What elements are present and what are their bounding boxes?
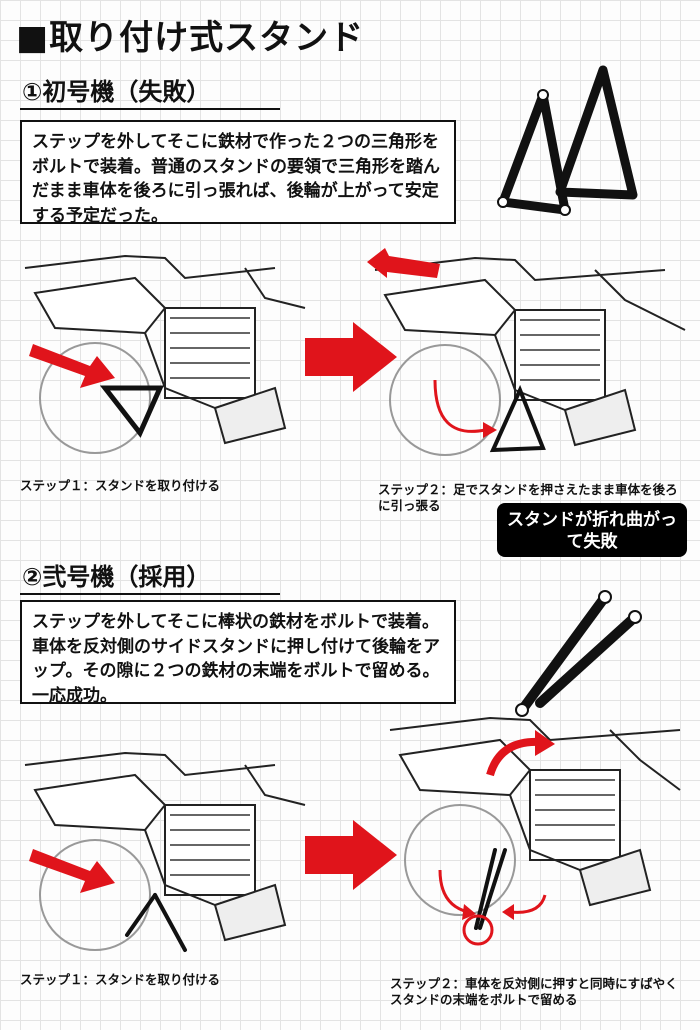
section1-step1-caption: ステップ１：スタンドを取り付ける xyxy=(20,478,221,493)
section1-heading-underline xyxy=(20,108,280,110)
motorcycle-step2-drawing xyxy=(367,248,686,456)
motorcycle-step1-drawing xyxy=(24,254,306,454)
rod-stand-mounted-right xyxy=(153,893,187,952)
section2-description: ステップを外してそこに棒状の鉄材をボルトで装着。車体を反対側のサイドスタンドに押… xyxy=(32,612,440,706)
section1-heading: ①初号機（失敗） xyxy=(22,78,211,106)
red-curved-arrow xyxy=(433,379,486,433)
section2-description-box: ステップを外してそこに棒状の鉄材をボルトで装着。車体を反対側のサイドスタンドに押… xyxy=(20,600,456,706)
section2-step1-caption: ステップ１：スタンドを取り付ける xyxy=(20,972,221,987)
red-arrow-pull-back xyxy=(367,248,440,278)
section1-description: ステップを外してそこに鉄材で作った２つの三角形をボルトで装着。普通のスタンドの要… xyxy=(32,132,440,226)
page-title: ■取り付け式スタンド xyxy=(16,18,365,58)
section1-description-box: ステップを外してそこに鉄材で作った２つの三角形をボルトで装着。普通のスタンドの要… xyxy=(20,120,456,226)
section2-heading-underline xyxy=(20,593,280,595)
motorcycle-step1-rod-drawing xyxy=(24,751,306,952)
red-curved-arrow-left xyxy=(509,894,547,914)
section2-step2-caption: ステップ２：車体を反対側に押すと同時にすばやくスタンドの末端をボルトで留める xyxy=(390,976,678,1008)
triangle-stand-illustration xyxy=(497,65,638,216)
triangle-frame-right xyxy=(555,65,638,200)
triangle-stand-mounted xyxy=(99,385,164,438)
motorcycle-step2-rod-drawing xyxy=(389,716,681,946)
failure-badge: スタンドが折れ曲がって失敗 xyxy=(497,503,687,557)
rod-stand-mounted-left xyxy=(125,893,157,937)
red-arrow-pointer-2 xyxy=(29,849,115,893)
section2-heading: ②弐号機（採用） xyxy=(22,563,211,591)
